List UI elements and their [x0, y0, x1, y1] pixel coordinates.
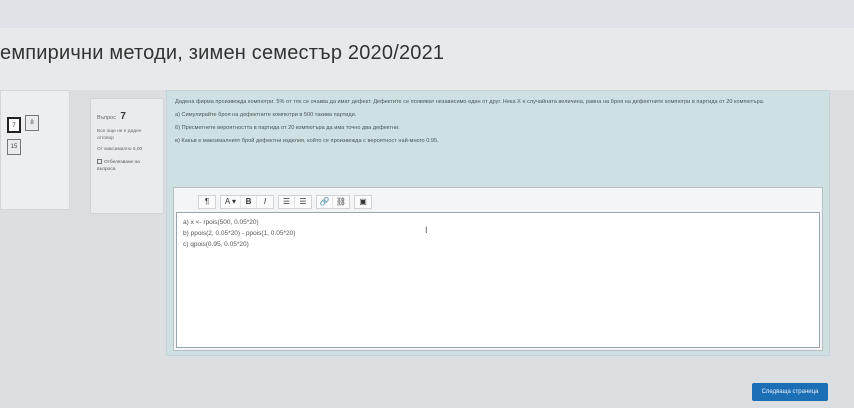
toolbar-group-links: 🔗 ⛓ — [316, 195, 350, 209]
flag-label: Отбелязване на въпроса — [97, 160, 140, 172]
toolbar-group-media: ▣ — [354, 195, 372, 209]
toolbar-group-paragraph: ¶ — [198, 195, 216, 209]
next-page-button[interactable]: Следваща страница — [752, 383, 828, 401]
flag-question-link[interactable]: Отбелязване на въпроса — [97, 159, 157, 173]
question-info: Въпрос 7 Все още не е даден отговор От м… — [90, 98, 164, 214]
page-title: емпирични методи, зимен семестър 2020/20… — [0, 42, 445, 64]
quiz-nav-button-15[interactable]: 15 — [7, 139, 21, 155]
question-text: Дадена фирма произвежда компютри. 5% от … — [175, 98, 815, 150]
question-part-a: а) Симулирайте броя на дефектните компют… — [175, 112, 357, 118]
toolbar-group-format: A ▾ B I — [220, 195, 274, 209]
font-style-dropdown[interactable]: A ▾ — [221, 196, 241, 208]
italic-button[interactable]: I — [257, 196, 273, 208]
text-cursor-icon: I — [425, 225, 428, 235]
bold-button[interactable]: B — [241, 196, 257, 208]
question-number-label: Въпрос — [97, 115, 116, 121]
quiz-nav-button-7[interactable]: 7 — [7, 117, 21, 133]
answer-editor: ¶ A ▾ B I ☰ ☰ 🔗 ⛓ ▣ a) x <- rpois(500, 0… — [173, 187, 823, 351]
question-marks: От максимално 6,00 — [97, 147, 143, 152]
answer-line-c: c) qpois(0.95, 0.05*20) — [183, 241, 249, 248]
link-icon[interactable]: 🔗 — [317, 196, 333, 208]
unordered-list-icon[interactable]: ☰ — [279, 196, 295, 208]
editor-toolbar: ¶ A ▾ B I ☰ ☰ 🔗 ⛓ ▣ — [198, 193, 598, 211]
question-number: 7 — [120, 111, 126, 122]
paragraph-button[interactable]: ¶ — [199, 196, 215, 208]
flag-icon — [97, 159, 102, 165]
question-formulation: Дадена фирма произвежда компютри. 5% от … — [166, 90, 830, 356]
quiz-nav-button-8[interactable]: 8 — [25, 115, 39, 131]
answer-textarea[interactable]: a) x <- rpois(500, 0.05*20) b) ppois(2, … — [176, 212, 820, 348]
image-icon[interactable]: ▣ — [355, 196, 371, 208]
question-part-c: в) Какъв е максималният брой дефектни из… — [175, 138, 439, 144]
toolbar-group-lists: ☰ ☰ — [278, 195, 312, 209]
top-bar — [0, 0, 854, 28]
answer-line-b: b) ppois(2, 0.05*20) - ppois(1, 0.05*20) — [183, 230, 296, 237]
question-part-b: б) Пресметнете вероятността в партида от… — [175, 125, 400, 131]
unlink-icon[interactable]: ⛓ — [333, 196, 349, 208]
question-status: Все още не е даден отговор — [97, 129, 142, 141]
answer-line-a: a) x <- rpois(500, 0.05*20) — [183, 219, 259, 226]
ordered-list-icon[interactable]: ☰ — [295, 196, 311, 208]
quiz-navigation: 7 8 15 — [0, 90, 70, 210]
question-intro: Дадена фирма произвежда компютри. 5% от … — [175, 99, 765, 105]
